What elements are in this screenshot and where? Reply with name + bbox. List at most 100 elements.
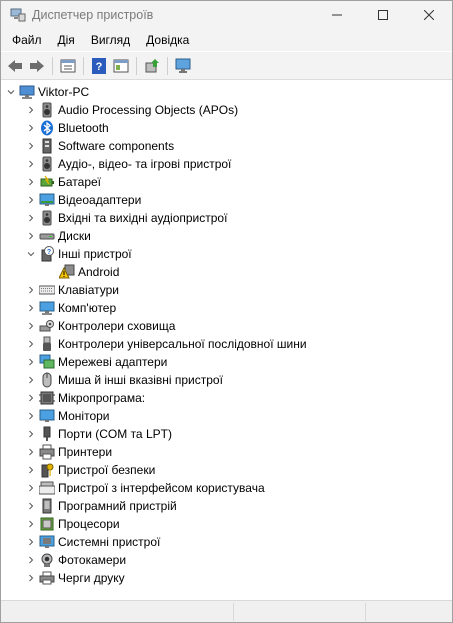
chevron-right-icon[interactable] (25, 137, 37, 155)
mouse-icon (39, 372, 55, 388)
chevron-right-icon[interactable] (25, 353, 37, 371)
chevron-right-icon[interactable] (25, 119, 37, 137)
back-button[interactable] (4, 55, 26, 77)
chevron-right-icon[interactable] (25, 533, 37, 551)
tree-category[interactable]: Пристрої безпеки (1, 461, 155, 479)
help-icon: ? (92, 57, 106, 74)
menu-help[interactable]: Довідка (138, 33, 197, 47)
tree-category[interactable]: Вхідні та вихідні аудіопристрої (1, 209, 227, 227)
chevron-right-icon[interactable] (25, 299, 37, 317)
properties-button[interactable] (57, 55, 79, 77)
chevron-right-icon[interactable] (25, 281, 37, 299)
chevron-right-icon[interactable] (25, 101, 37, 119)
tree-category[interactable]: Батареї (1, 173, 101, 191)
print-queue-icon (39, 570, 55, 586)
tree-category[interactable]: Черги друку (1, 569, 125, 587)
tree-category[interactable]: Контролери універсальної послідовної шин… (1, 335, 307, 353)
chevron-right-icon[interactable] (25, 479, 37, 497)
chevron-right-icon[interactable] (25, 335, 37, 353)
tree-item-label: Системні пристрої (58, 535, 161, 549)
tree-category[interactable]: Аудіо-, відео- та ігрові пристрої (1, 155, 231, 173)
tree-category[interactable]: Монітори (1, 407, 110, 425)
tree-category[interactable]: Контролери сховища (1, 317, 175, 335)
tree-item-label: Software components (58, 139, 175, 153)
chevron-right-icon[interactable] (25, 407, 37, 425)
chevron-right-icon[interactable] (25, 371, 37, 389)
tree-category[interactable]: Комп'ютер (1, 299, 116, 317)
tree-category[interactable]: Фотокамери (1, 551, 126, 569)
system-device-icon (39, 534, 55, 550)
tree-category[interactable]: Bluetooth (1, 119, 109, 137)
tree-root[interactable]: Viktor-PC (1, 83, 89, 101)
tree-item-label: Bluetooth (58, 121, 109, 135)
tree-category[interactable]: ? Інші пристрої (1, 245, 132, 263)
maximize-button[interactable] (360, 1, 406, 29)
toolbar-separator (83, 56, 84, 75)
chevron-right-icon[interactable] (25, 191, 37, 209)
tree-category[interactable]: Пристрої з інтерфейсом користувача (1, 479, 265, 497)
processor-icon (39, 516, 55, 532)
tree-item-label: Контролери сховища (58, 319, 176, 333)
chevron-right-icon[interactable] (25, 317, 37, 335)
chevron-right-icon[interactable] (25, 443, 37, 461)
title-bar[interactable]: Диспетчер пристроїв (1, 1, 452, 29)
device-manager-window: Диспетчер пристроїв Файл Дія Вигляд Дові… (0, 0, 453, 623)
status-segment (233, 603, 364, 621)
tree-item-label: Контролери універсальної послідовної шин… (58, 337, 307, 351)
tree-item-label: Комп'ютер (58, 301, 117, 315)
tree-category[interactable]: Диски (1, 227, 91, 245)
storage-controller-icon (39, 318, 55, 334)
chevron-right-icon[interactable] (25, 173, 37, 191)
chevron-right-icon[interactable] (25, 425, 37, 443)
tree-category[interactable]: Процесори (1, 515, 120, 533)
chevron-right-icon[interactable] (25, 209, 37, 227)
tree-item-label: Audio Processing Objects (APOs) (58, 103, 239, 117)
tree-category[interactable]: Миша й інші вказівні пристрої (1, 371, 223, 389)
tree-item-label: Аудіо-, відео- та ігрові пристрої (58, 157, 232, 171)
tree-category[interactable]: Audio Processing Objects (APOs) (1, 101, 238, 119)
svg-text:?: ? (47, 249, 51, 256)
menu-action[interactable]: Дія (50, 33, 83, 47)
tree-category[interactable]: Мікропрограма: (1, 389, 145, 407)
tree-category[interactable]: Відеоадаптери (1, 191, 141, 209)
tree-category[interactable]: Принтери (1, 443, 112, 461)
menu-file[interactable]: Файл (1, 33, 50, 47)
tree-category[interactable]: Software components (1, 137, 174, 155)
minimize-button[interactable] (314, 1, 360, 29)
computer-icon (39, 300, 55, 316)
chevron-right-icon[interactable] (25, 569, 37, 587)
speaker-icon (39, 102, 55, 118)
tree-category[interactable]: Клавіатури (1, 281, 119, 299)
close-button[interactable] (406, 1, 452, 29)
view-icon (113, 59, 129, 72)
toolbar-separator (167, 56, 168, 75)
chevron-right-icon[interactable] (25, 497, 37, 515)
tree-item-label: Принтери (58, 445, 113, 459)
chevron-right-icon[interactable] (25, 551, 37, 569)
update-driver-button[interactable] (141, 55, 163, 77)
chevron-right-icon[interactable] (25, 155, 37, 173)
tree-item-label: Програмний пристрій (58, 499, 177, 513)
chevron-right-icon[interactable] (25, 461, 37, 479)
tree-category[interactable]: Порти (COM та LPT) (1, 425, 172, 443)
chevron-down-icon[interactable] (5, 83, 17, 101)
menu-view[interactable]: Вигляд (83, 33, 138, 47)
view-button[interactable] (110, 55, 132, 77)
tree-item-label: Android (78, 265, 120, 279)
speaker-icon (39, 156, 55, 172)
properties-icon (60, 59, 76, 72)
tree-category[interactable]: Програмний пристрій (1, 497, 177, 515)
help-button[interactable]: ? (88, 55, 110, 77)
tree-device[interactable]: Android (1, 263, 119, 281)
scan-hardware-button[interactable] (172, 55, 194, 77)
tree-category[interactable]: Системні пристрої (1, 533, 160, 551)
chevron-down-icon[interactable] (25, 245, 37, 263)
software-component-icon (39, 138, 55, 154)
chevron-right-icon[interactable] (25, 389, 37, 407)
chevron-right-icon[interactable] (25, 515, 37, 533)
chevron-right-icon[interactable] (25, 227, 37, 245)
tree-category[interactable]: Мережеві адаптери (1, 353, 167, 371)
back-icon (8, 59, 22, 72)
forward-button[interactable] (26, 55, 48, 77)
tree-item-label: Фотокамери (58, 553, 127, 567)
